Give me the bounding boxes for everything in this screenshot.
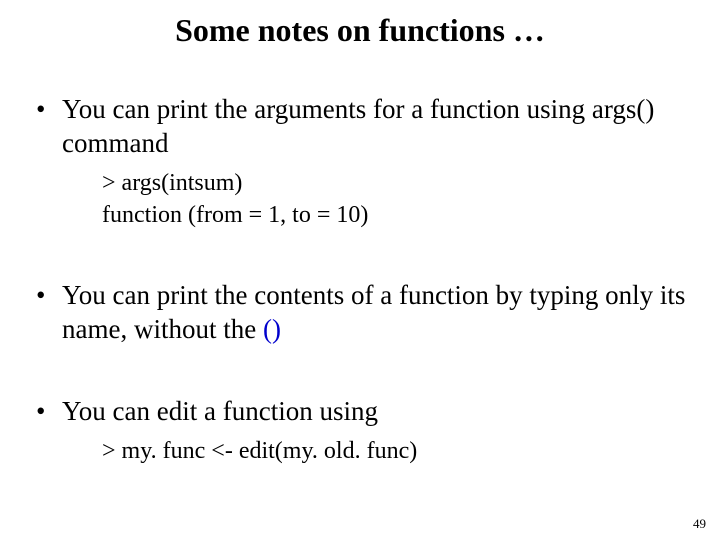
bullet-item: You can print the contents of a function… xyxy=(30,279,690,347)
bullet-item: You can edit a function using > my. func… xyxy=(30,395,690,467)
code-line: > my. func <- edit(my. old. func) xyxy=(102,435,690,467)
bullet-list: You can print the arguments for a functi… xyxy=(30,93,690,467)
bullet-text: You can edit a function using xyxy=(62,396,378,426)
bullet-item: You can print the arguments for a functi… xyxy=(30,93,690,231)
slide-title: Some notes on functions … xyxy=(0,0,720,57)
slide-body: You can print the arguments for a functi… xyxy=(0,57,720,467)
page-number: 49 xyxy=(693,516,706,532)
code-block: > args(intsum) function (from = 1, to = … xyxy=(62,167,690,232)
code-line: function (from = 1, to = 10) xyxy=(102,199,690,231)
bullet-text: You can print the contents of a function… xyxy=(62,280,685,344)
code-line: > args(intsum) xyxy=(102,167,690,199)
inline-code-paren: () xyxy=(263,314,281,344)
code-block: > my. func <- edit(my. old. func) xyxy=(62,435,690,467)
slide: Some notes on functions … You can print … xyxy=(0,0,720,540)
bullet-text: You can print the arguments for a functi… xyxy=(62,94,654,158)
